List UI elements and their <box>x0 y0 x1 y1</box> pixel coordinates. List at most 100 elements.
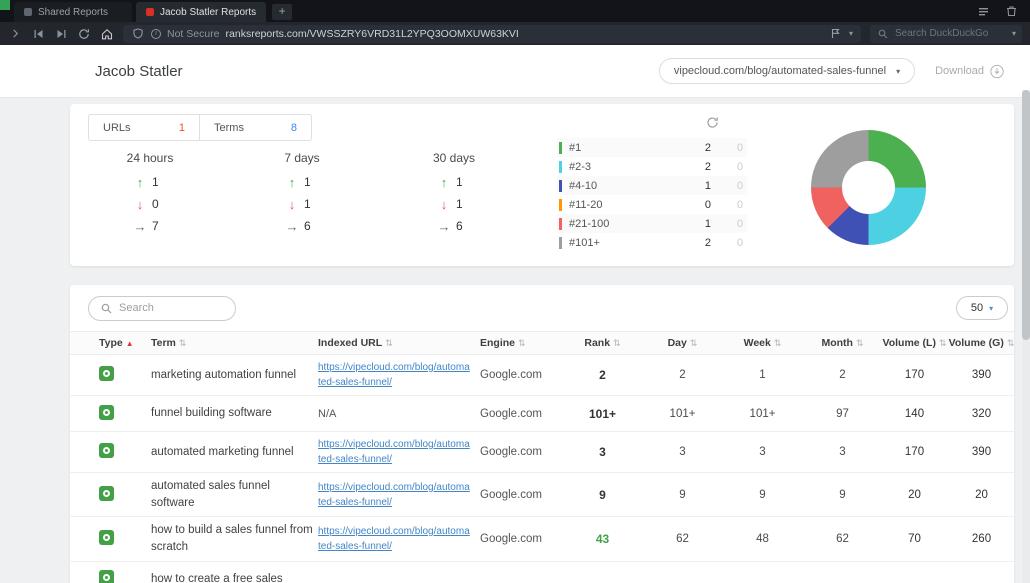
column-header-indexed-url[interactable]: Indexed URL ⇅ <box>318 337 480 349</box>
tab-label: URLs <box>103 121 131 134</box>
month-cell: 97 <box>836 407 849 420</box>
google-type-icon <box>99 443 114 458</box>
volume-local-cell: 70 <box>908 533 921 546</box>
indexed-url-link[interactable]: https://vipecloud.com/blog/automated-sal… <box>318 360 470 390</box>
column-header-rank[interactable]: Rank ⇅ <box>560 337 650 349</box>
legend-row: #101+ 2 0 <box>557 233 747 252</box>
sort-icon: ⇅ <box>178 337 187 348</box>
period-label: 7 days <box>284 151 320 165</box>
sort-icon: ⇅ <box>518 337 526 348</box>
home-icon[interactable] <box>100 27 114 41</box>
search-icon <box>99 301 113 315</box>
rank-cell: 9 <box>599 487 606 502</box>
page-size-select[interactable]: 50 ▾ <box>956 296 1008 320</box>
table-search-input[interactable] <box>119 302 219 314</box>
column-header-day[interactable]: Day ⇅ <box>650 337 720 349</box>
summary-card: URLs 1 Terms 8 24 hours ↑ 1 ↓ 0 → 7 7 days … <box>70 104 1014 266</box>
type-cell <box>70 443 151 461</box>
column-header-type[interactable]: Type ▲ <box>70 337 151 349</box>
column-header-month[interactable]: Month ⇅ <box>810 337 880 349</box>
column-header-engine[interactable]: Engine ⇅ <box>480 337 560 349</box>
address-bar[interactable]: i Not Secure ranksreports.com/VWSSZRY6VR… <box>123 24 861 43</box>
volume-global-cell: 260 <box>971 533 992 546</box>
week-cell: 3 <box>759 446 766 458</box>
browser-search-box[interactable]: ▾ <box>870 24 1022 43</box>
column-header-week[interactable]: Week ⇅ <box>720 337 810 349</box>
indexed-url-link[interactable]: https://vipecloud.com/blog/automated-sal… <box>318 480 470 510</box>
column-label: Month <box>821 337 853 349</box>
term-cell: automated sales funnel software <box>151 480 270 509</box>
bookmark-flag-icon[interactable] <box>829 27 843 41</box>
period-30-days: 30 days ↑ 1 ↓ 1 → 6 <box>378 151 530 237</box>
down-arrow-icon: ↓ <box>136 196 144 212</box>
info-icon[interactable]: i <box>151 28 161 39</box>
download-button[interactable]: Download <box>935 64 1004 78</box>
column-header-term[interactable]: Term ⇅ <box>151 337 318 349</box>
summary-tabs: URLs 1 Terms 8 <box>88 114 312 141</box>
engine-cell: Google.com <box>480 488 543 501</box>
report-url-select-value: vipecloud.com/blog/automated-sales-funne… <box>673 65 887 77</box>
forward-icon[interactable] <box>54 27 68 41</box>
week-cell: 9 <box>759 488 766 501</box>
engine-cell: Google.com <box>480 533 543 546</box>
legend-row: #2-3 2 0 <box>557 157 747 176</box>
address-url: ranksreports.com/VWSSZRY6VRD31L2YPQ3OOMX… <box>225 27 519 40</box>
vertical-scrollbar[interactable] <box>1022 90 1030 583</box>
tab-options-icon[interactable] <box>976 4 990 18</box>
month-cell: 3 <box>839 446 846 458</box>
tab-terms[interactable]: Terms 8 <box>200 114 312 141</box>
table-search-box[interactable] <box>88 295 236 321</box>
scrollbar-thumb[interactable] <box>1022 90 1030 340</box>
column-label: Volume (L) <box>882 337 936 349</box>
legend-color-bar <box>559 141 562 154</box>
panel-toggle-icon[interactable] <box>8 27 22 41</box>
legend-prev-value: 0 <box>736 236 743 249</box>
search-icon <box>876 27 890 41</box>
legend-prev-value: 0 <box>736 198 743 211</box>
bookmark-caret-icon[interactable]: ▾ <box>849 29 853 38</box>
indexed-url-cell: https://vipecloud.com/blog/automated-sal… <box>318 360 480 390</box>
trash-icon[interactable] <box>1004 4 1018 18</box>
table-row: how to create a free sales <box>70 562 1014 583</box>
refresh-icon[interactable] <box>706 116 719 134</box>
engine-cell: Google.com <box>480 446 543 458</box>
legend-row: #21-100 1 0 <box>557 214 747 233</box>
tab-jacob-statler-reports[interactable]: Jacob Statler Reports <box>136 2 267 22</box>
indexed-url-link[interactable]: https://vipecloud.com/blog/automated-sal… <box>318 437 470 467</box>
tab-shared-reports[interactable]: Shared Reports <box>14 2 132 22</box>
indexed-url-link[interactable]: https://vipecloud.com/blog/automated-sal… <box>318 524 470 554</box>
week-cell: 1 <box>759 369 766 381</box>
report-url-select[interactable]: vipecloud.com/blog/automated-sales-funne… <box>658 58 916 84</box>
volume-local-cell: 140 <box>904 407 925 420</box>
reload-icon[interactable] <box>77 27 91 41</box>
google-type-icon <box>99 570 114 583</box>
browser-search-input[interactable] <box>894 28 1007 39</box>
sort-icon: ⇅ <box>938 337 947 348</box>
column-header-volume-l-[interactable]: Volume (L) ⇅ <box>880 337 954 349</box>
rank-legend: #1 2 0 #2-3 2 0 #4-10 1 0 #11-20 0 0 #21-100 1 0 #101+ 2… <box>557 138 747 252</box>
terms-table-card: 50 ▾ Type▲Term⇅Indexed URL⇅Engine⇅Rank⇅D… <box>70 285 1014 583</box>
new-tab-button[interactable]: + <box>272 4 293 20</box>
tab-urls[interactable]: URLs 1 <box>88 114 200 141</box>
table-row: funnel building software N/A Google.com 101… <box>70 396 1014 432</box>
rank-change-summary: 24 hours ↑ 1 ↓ 0 → 7 7 days ↑ 1 ↓ 1 → 6 30 day… <box>74 151 530 237</box>
google-type-icon <box>99 485 114 501</box>
browser-menu-button[interactable] <box>0 0 10 10</box>
rank-cell: 3 <box>599 445 606 459</box>
legend-label: #11-20 <box>569 198 603 211</box>
back-icon[interactable] <box>31 27 45 41</box>
up-arrow-icon: ↑ <box>288 174 296 190</box>
report-page: Jacob Statler vipecloud.com/blog/automat… <box>0 45 1030 583</box>
sort-ascending-icon: ▲ <box>125 338 134 348</box>
table-row: automated marketing funnel https://vipecl… <box>70 432 1014 473</box>
volume-local-cell: 170 <box>904 446 925 458</box>
legend-value: 2 <box>704 141 711 154</box>
volume-local-cell: 170 <box>904 369 925 381</box>
week-cell: 101+ <box>749 407 776 420</box>
column-header-volume-g-[interactable]: Volume (G) ⇅ <box>949 337 1015 349</box>
sort-icon: ⇅ <box>613 337 621 348</box>
shield-icon[interactable] <box>131 27 145 41</box>
term-cell: how to create a free sales <box>151 572 283 583</box>
legend-value: 0 <box>704 198 711 211</box>
search-engine-caret-icon[interactable]: ▾ <box>1012 29 1016 38</box>
